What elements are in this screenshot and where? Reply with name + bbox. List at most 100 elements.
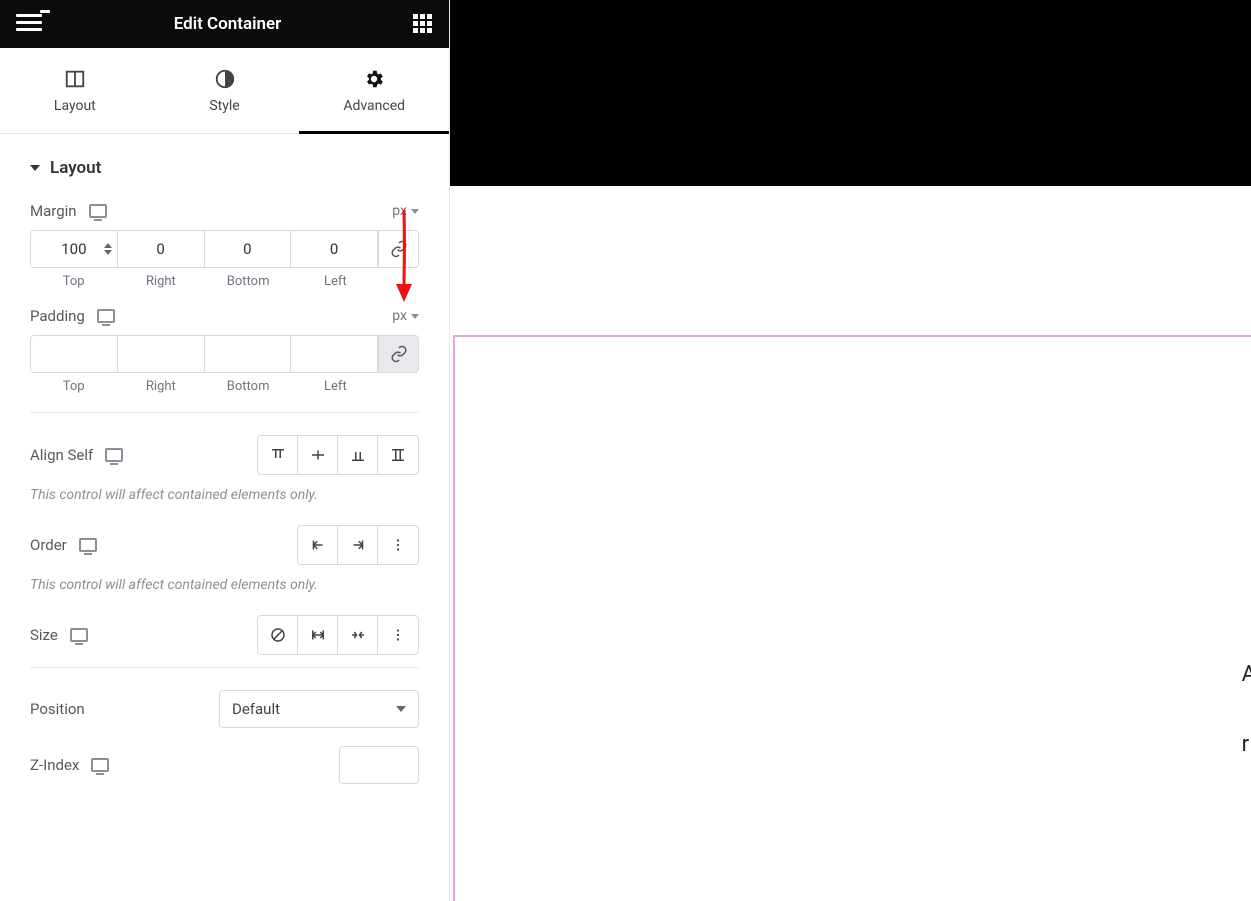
label-bottom: Bottom	[205, 274, 292, 289]
label-bottom: Bottom	[205, 379, 292, 394]
padding-link-toggle[interactable]	[378, 336, 418, 372]
align-center-button[interactable]	[298, 436, 338, 474]
responsive-icon[interactable]	[97, 309, 115, 323]
align-stretch-button[interactable]	[378, 436, 418, 474]
responsive-icon[interactable]	[105, 448, 123, 462]
margin-sublabels: Top Right Bottom Left	[30, 274, 419, 289]
spinner-down-icon[interactable]	[104, 250, 112, 255]
margin-left-input[interactable]	[291, 231, 377, 267]
editor-sidebar: Edit Container Layout Style Advanced Lay…	[0, 0, 450, 901]
order-last-button[interactable]	[338, 526, 378, 564]
align-self-group	[257, 435, 419, 475]
zindex-label: Z-Index	[30, 756, 79, 774]
align-end-button[interactable]	[338, 436, 378, 474]
order-label: Order	[30, 536, 67, 554]
link-icon	[390, 345, 408, 363]
order-note: This control will affect contained eleme…	[30, 577, 419, 593]
advanced-panel: Layout Margin px Top Ri	[0, 134, 449, 901]
margin-inputs	[30, 230, 419, 268]
label-top: Top	[30, 274, 117, 289]
tab-advanced-label: Advanced	[343, 98, 405, 114]
padding-left-input[interactable]	[291, 336, 377, 372]
margin-label-wrap: Margin	[30, 202, 107, 220]
size-shrink-button[interactable]	[338, 616, 378, 654]
position-label: Position	[30, 700, 85, 718]
widgets-grid-button[interactable]	[413, 14, 433, 34]
selected-container-outline[interactable]	[453, 335, 1251, 901]
align-start-button[interactable]	[258, 436, 298, 474]
divider	[30, 667, 419, 668]
tab-layout[interactable]: Layout	[0, 48, 150, 133]
padding-bottom-input[interactable]	[205, 336, 291, 372]
responsive-icon[interactable]	[70, 628, 88, 642]
padding-right-input[interactable]	[118, 336, 204, 372]
margin-bottom-input[interactable]	[205, 231, 291, 267]
position-select[interactable]: Default	[219, 690, 419, 728]
label-right: Right	[117, 379, 204, 394]
position-value: Default	[232, 700, 280, 718]
padding-header-row: Padding px	[30, 307, 419, 325]
preview-cropped-text: A r	[1242, 655, 1251, 765]
tab-advanced[interactable]: Advanced	[299, 48, 449, 133]
padding-inputs	[30, 335, 419, 373]
section-layout-title: Layout	[50, 158, 101, 178]
position-row: Position Default	[30, 690, 419, 728]
margin-top-cell	[31, 231, 118, 267]
label-top: Top	[30, 379, 117, 394]
order-group	[297, 525, 419, 565]
style-icon	[214, 68, 236, 90]
margin-label: Margin	[30, 202, 77, 220]
top-bar: Edit Container	[0, 0, 449, 48]
align-self-row: Align Self	[30, 435, 419, 475]
align-self-note: This control will affect contained eleme…	[30, 487, 419, 503]
chevron-down-icon	[411, 314, 419, 319]
chevron-down-icon	[411, 209, 419, 214]
align-self-label: Align Self	[30, 446, 93, 464]
size-group	[257, 615, 419, 655]
size-row: Size	[30, 615, 419, 655]
order-more-button[interactable]	[378, 526, 418, 564]
zindex-row: Z-Index	[30, 746, 419, 784]
layout-icon	[64, 68, 86, 90]
margin-right-input[interactable]	[118, 231, 204, 267]
tab-style[interactable]: Style	[150, 48, 300, 133]
tab-style-label: Style	[209, 98, 239, 114]
preview-header-area	[450, 0, 1251, 186]
size-label: Size	[30, 626, 58, 644]
gear-icon	[363, 68, 385, 90]
spinner-up-icon[interactable]	[104, 243, 112, 248]
responsive-icon[interactable]	[91, 758, 109, 772]
label-left: Left	[292, 379, 379, 394]
padding-top-input[interactable]	[31, 336, 117, 372]
canvas-preview: A r	[450, 0, 1251, 901]
panel-title: Edit Container	[174, 14, 282, 34]
tab-bar: Layout Style Advanced	[0, 48, 449, 134]
padding-label: Padding	[30, 307, 85, 325]
padding-unit-select[interactable]: px	[392, 308, 419, 324]
margin-unit-select[interactable]: px	[392, 203, 419, 219]
size-more-button[interactable]	[378, 616, 418, 654]
responsive-icon[interactable]	[89, 204, 107, 218]
margin-top-spinner[interactable]	[101, 235, 115, 263]
label-right: Right	[117, 274, 204, 289]
padding-unit-value: px	[392, 308, 407, 324]
margin-header-row: Margin px	[30, 202, 419, 220]
divider	[30, 412, 419, 413]
size-grow-button[interactable]	[298, 616, 338, 654]
notification-dot-icon	[40, 10, 50, 13]
section-layout-toggle[interactable]: Layout	[30, 158, 419, 178]
margin-unit-value: px	[392, 203, 407, 219]
tab-layout-label: Layout	[54, 98, 96, 114]
order-row: Order	[30, 525, 419, 565]
margin-link-toggle[interactable]	[378, 231, 418, 267]
hamburger-menu-button[interactable]	[16, 14, 42, 34]
link-icon	[390, 240, 408, 258]
label-left: Left	[292, 274, 379, 289]
caret-down-icon	[30, 165, 40, 171]
size-none-button[interactable]	[258, 616, 298, 654]
padding-sublabels: Top Right Bottom Left	[30, 379, 419, 394]
zindex-input[interactable]	[339, 746, 419, 784]
chevron-down-icon	[396, 706, 406, 712]
order-first-button[interactable]	[298, 526, 338, 564]
responsive-icon[interactable]	[79, 538, 97, 552]
